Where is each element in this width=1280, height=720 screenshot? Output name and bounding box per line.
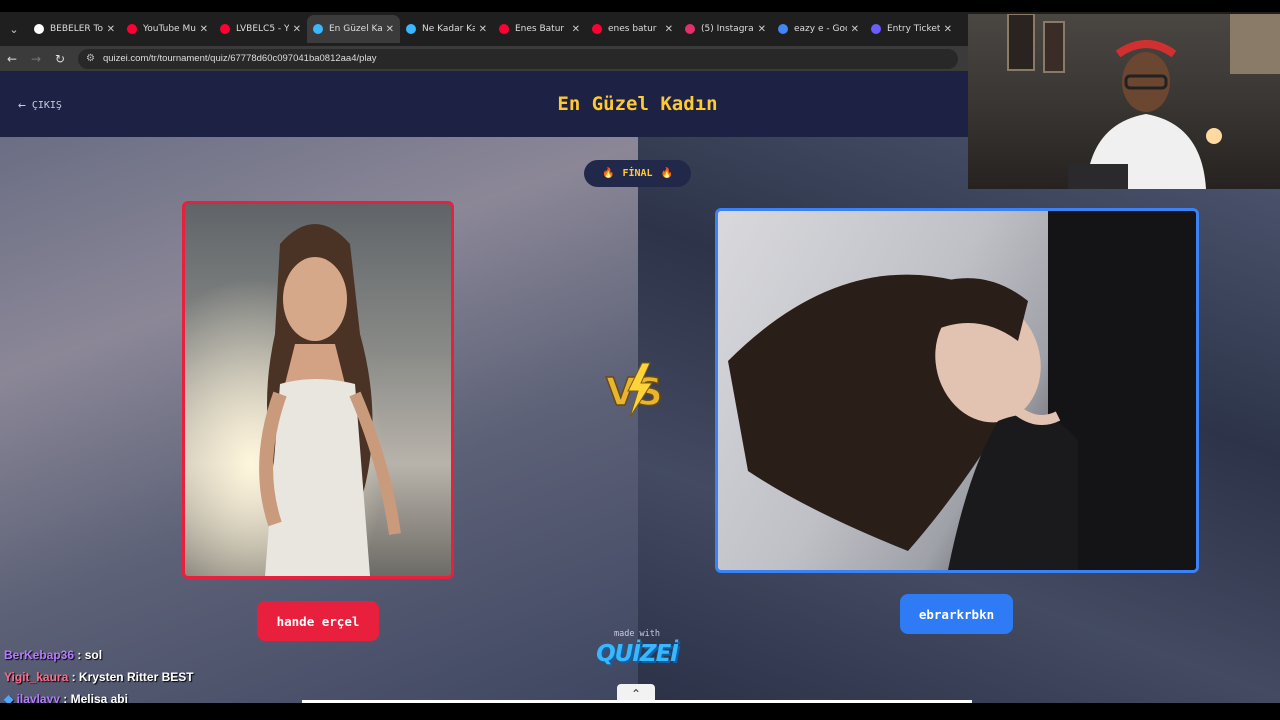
chat-username: BerKebap36 <box>4 648 75 662</box>
vs-lightning-icon: VS <box>605 362 664 418</box>
site-info-icon[interactable]: ⚙ <box>86 53 95 64</box>
browser-tab[interactable]: (5) Instagram ✕ <box>679 15 772 43</box>
select-left-button[interactable]: hande erçel <box>257 601 379 641</box>
tab-title: eazy e - Goo <box>794 24 847 34</box>
tab-title: (5) Instagram <box>701 24 754 34</box>
tab-title: YouTube Mu <box>143 24 196 34</box>
tab-title: En Güzel Kad <box>329 24 382 34</box>
close-tab-icon[interactable]: ✕ <box>758 24 766 35</box>
streamer-webcam-feed <box>1007 14 1280 189</box>
left-candidate-photo <box>185 204 451 576</box>
tab-title: BEBELER Top <box>50 24 103 34</box>
tab-title: Entry Ticket <box>887 24 940 34</box>
youtube-icon <box>499 24 509 34</box>
browser-tab[interactable]: YouTube Mu ✕ <box>121 15 214 43</box>
quizei-logo[interactable]: QUİZEİ <box>596 641 679 667</box>
browser-tab[interactable]: enes batur ✕ <box>586 15 679 43</box>
google-icon <box>778 24 788 34</box>
close-tab-icon[interactable]: ✕ <box>479 24 487 35</box>
star-icon <box>871 24 881 34</box>
browser-tab[interactable]: LVBELC5 - Yo ✕ <box>214 15 307 43</box>
tab-title: enes batur <box>608 24 657 34</box>
right-candidate-card[interactable] <box>715 208 1199 573</box>
right-candidate-photo <box>728 211 1196 570</box>
fire-icon: 🔥 <box>601 168 615 179</box>
chat-username: Yigit_kaura <box>4 670 69 684</box>
url-field[interactable]: ⚙ quizei.com/tr/tournament/quiz/67778d60… <box>78 48 958 69</box>
x-icon <box>34 24 44 34</box>
browser-tab[interactable]: Entry Ticket ✕ <box>865 15 958 43</box>
browser-tab[interactable]: Ne Kadar Ka ✕ <box>400 15 493 43</box>
made-with-label: made with <box>613 629 661 639</box>
close-tab-icon[interactable]: ✕ <box>107 24 115 35</box>
browser-tab[interactable]: En Güzel Kad ✕ <box>307 15 400 43</box>
chat-text: sol <box>84 648 103 662</box>
tab-strip: BEBELER Top✕YouTube Mu✕LVBELC5 - Yo✕En G… <box>28 15 958 43</box>
chat-separator: : <box>74 648 85 662</box>
webcam-overlay <box>968 14 1280 189</box>
stream-chat: BerKebap36 : sol Yigit_kaura : Krysten Ri… <box>4 644 194 710</box>
letterbox-bottom <box>0 703 1280 720</box>
fire-icon: 🔥 <box>660 168 673 179</box>
browser-tab[interactable]: Enes Batur ✕ <box>493 15 586 43</box>
browser-tab[interactable]: eazy e - Goo ✕ <box>772 15 865 43</box>
close-tab-icon[interactable]: ✕ <box>293 24 301 35</box>
chat-message: BerKebap36 : sol <box>4 644 194 666</box>
instagram-icon <box>685 24 695 34</box>
reload-icon[interactable]: ↻ <box>48 52 72 66</box>
chat-message: Yigit_kaura : Krysten Ritter BEST <box>4 666 194 688</box>
youtube-icon <box>220 24 230 34</box>
youtube-icon <box>592 24 602 34</box>
close-tab-icon[interactable]: ✕ <box>572 24 580 35</box>
close-tab-icon[interactable]: ✕ <box>200 24 208 35</box>
round-label: FİNAL <box>622 168 653 179</box>
left-candidate-card[interactable] <box>182 201 454 579</box>
quizei-icon <box>313 24 323 34</box>
chat-separator: : <box>68 670 79 684</box>
round-badge: 🔥 FİNAL 🔥 <box>584 160 691 187</box>
tab-title: Ne Kadar Ka <box>422 24 475 34</box>
back-arrow-icon[interactable]: ← <box>0 52 24 66</box>
close-tab-icon[interactable]: ✕ <box>665 24 673 35</box>
quizei-icon <box>406 24 416 34</box>
youtube-music-icon <box>127 24 137 34</box>
tab-title: LVBELC5 - Yo <box>236 24 289 34</box>
close-tab-icon[interactable]: ✕ <box>851 24 859 35</box>
select-right-button[interactable]: ebrarkrbkn <box>900 594 1013 634</box>
browser-tab[interactable]: BEBELER Top ✕ <box>28 15 121 43</box>
close-tab-icon[interactable]: ✕ <box>944 24 952 35</box>
chat-text: Krysten Ritter BEST <box>78 670 194 684</box>
forward-arrow-icon[interactable]: → <box>24 52 48 66</box>
url-text: quizei.com/tr/tournament/quiz/67778d60c0… <box>102 53 377 64</box>
close-tab-icon[interactable]: ✕ <box>386 24 394 35</box>
tab-title: Enes Batur <box>515 24 565 34</box>
tab-search-dropdown[interactable]: ⌄ <box>0 12 28 46</box>
